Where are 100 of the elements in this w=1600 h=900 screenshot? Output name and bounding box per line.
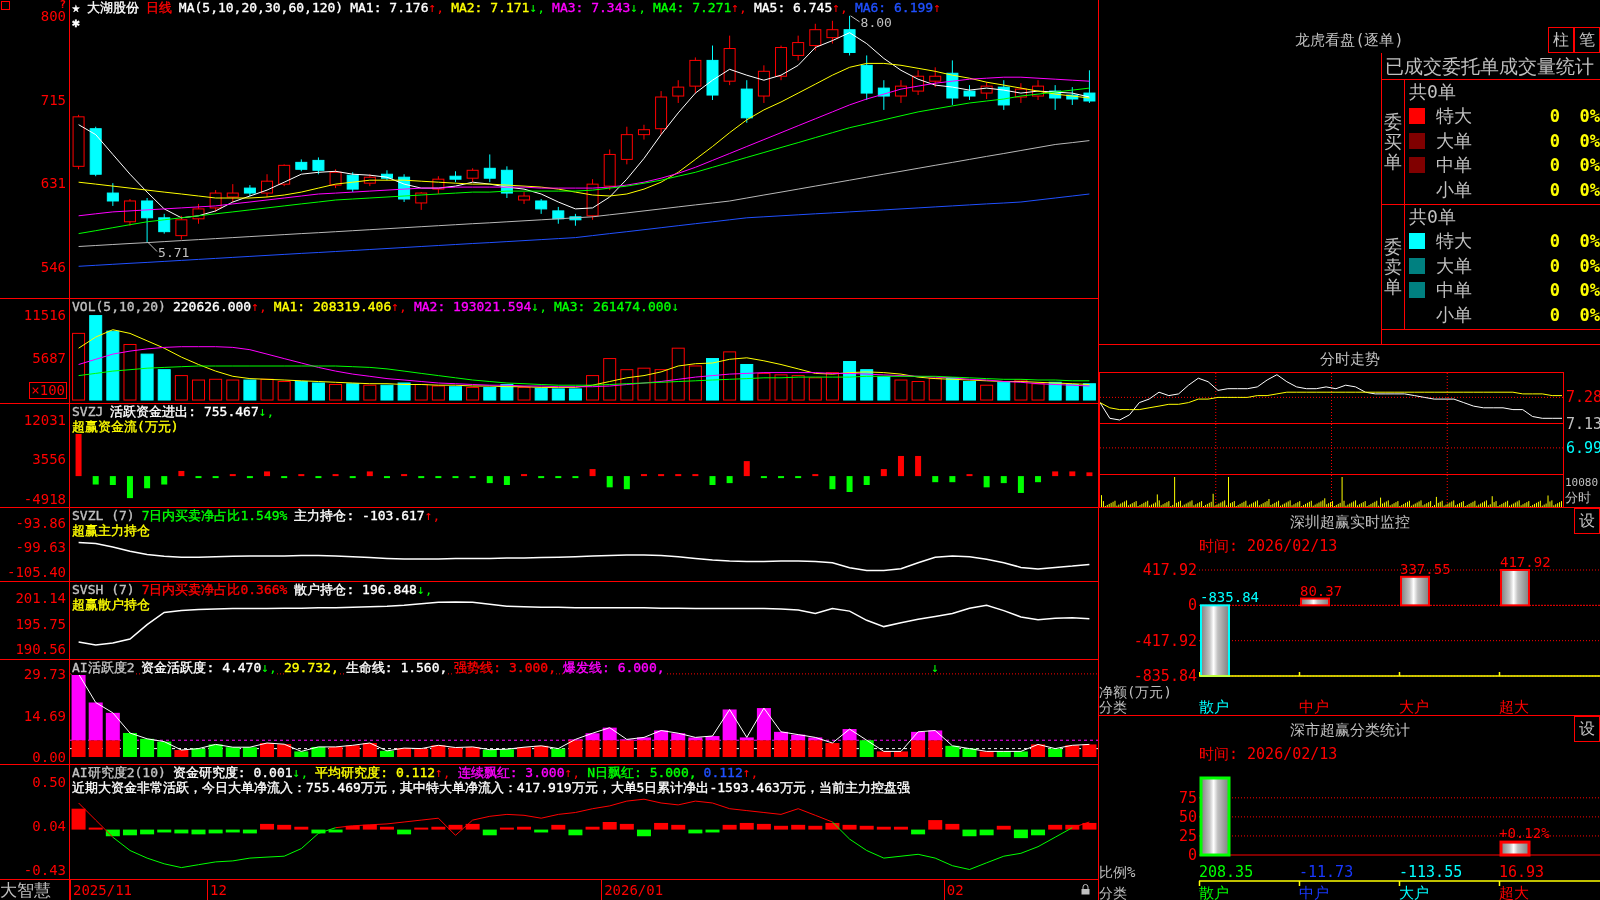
help-mark[interactable]: ? [59,0,66,10]
candlestick [946,59,959,106]
category-label: 大户 [1399,700,1429,715]
order-count: 0 [1549,179,1560,200]
legend-text: 超赢资金流(万元) [72,419,179,434]
annotation: 5.71 [158,244,190,260]
axis-tick-label: 0.04 [32,819,66,833]
candlestick [997,79,1010,111]
price-annotation: 5.71 [147,242,190,260]
order-share: 0% [1579,231,1600,252]
axis-tick-label: 50 [1178,809,1197,824]
legend-text: VOL(5,10,20) [72,299,166,314]
order-size-label: 特大 [1436,106,1473,127]
candlestick [141,197,154,244]
axis-tick-label: 631 [40,176,66,190]
candlestick [106,182,119,207]
axis-caption: 分时 [1565,490,1592,506]
legend-text: SVZL (7) [72,508,135,523]
candlestick [809,23,822,51]
legend-text: MA1: 208319.406 [273,299,392,314]
legend-text: 主力持仓: -103.617 [294,508,425,523]
category-label: 中户 [1299,700,1329,715]
order-share: 0% [1579,304,1600,325]
candlestick [929,66,942,88]
order-share: 0% [1579,280,1600,301]
order-count: 0 [1549,130,1560,151]
order-size-label: 中单 [1436,155,1473,176]
legend-text: 日线 [145,0,172,15]
axis-title: 比例% [1099,864,1137,880]
date-label: 时间: 2026/02/13 [1199,537,1338,555]
order-count: 0 [1549,155,1560,176]
candlestick [963,84,976,101]
view-toggle-button[interactable]: 笔 [1574,27,1600,53]
candlestick [209,189,222,213]
table-title: 已成交委托单成交量统计 [1385,55,1594,77]
legend-text: MA(5,10,20,30,60,120) [178,0,344,15]
legend-text: 平均研究度: 0.112 [315,765,436,780]
signal-arrow: ↓ [931,660,940,675]
order-share: 0% [1579,255,1600,276]
candlestick [72,114,85,170]
date-axis-label: 02 [943,880,964,900]
legend-text: 7日内买卖净占比0.366% [141,582,288,597]
axis-tick-label: 715 [40,93,66,107]
bar-value-label: -835.84 [1200,589,1259,606]
candlestick [894,79,907,104]
candlestick [483,153,496,183]
legend-text: 近期大资金非常活跃，今日大单净流入：755.469万元，其中特大单净流入：417.919万元，大单5日累计净出-1593.463万元，当前主力控盘强 [72,780,910,795]
axis-tick-label: -105.40 [7,565,66,579]
ratio-value-label: 208.35 [1199,864,1254,880]
candlestick [637,124,650,141]
order-count: 0 [1549,106,1560,127]
legend-text: 活跃资金进出: 755.467 [110,404,259,419]
order-size-label: 大单 [1436,255,1473,276]
view-toggle-button[interactable]: 柱 [1548,27,1574,53]
order-share: 0% [1579,155,1600,176]
axis-tick-label: -4918 [23,492,66,506]
candlestick [1014,82,1027,104]
ratio-value-label: -113.55 [1399,864,1463,880]
axis-tick-label: 75 [1178,790,1197,805]
lock-icon[interactable] [1081,884,1090,895]
panel-title: 深圳超赢实时监控 [1289,513,1410,531]
order-size-label: 小单 [1436,179,1473,200]
legend-text: 强势线: 3.000, [454,660,556,675]
legend-text: N日飘红: 5.000, [587,765,697,780]
order-count: 0 [1549,280,1560,301]
legend-text: AI研究度2(10) [72,765,166,780]
legend-text: 超赢主力持仓 [72,523,150,538]
legend-text: MA3: 7.343 [552,0,631,15]
ratio-value-label: -11.73 [1299,864,1354,880]
candlestick [826,20,839,45]
axis-tick-label: 11516 [23,308,66,322]
legend-text: MA1: 7.176 [350,0,429,15]
legend-text: 连续飘红: 3.000 [457,765,565,780]
axis-tick-label: 201.14 [15,591,66,605]
axis-tick-label: 190.56 [15,642,66,656]
axis-tick-label: 0.50 [32,775,66,789]
candlestick [158,213,171,235]
candlestick [363,173,376,187]
axis-tick-label: 29.73 [23,667,66,681]
category-label: 超大 [1499,885,1529,900]
order-count: 0 [1549,231,1560,252]
axis-tick-label: 3556 [32,452,66,466]
candlestick [346,171,359,193]
order-size-label: 特大 [1436,231,1473,252]
axis-tick-label: 195.75 [15,617,66,631]
brand-name: 大智慧 [0,880,51,900]
legend-text: 0.112 [703,765,743,780]
candlestick [432,175,445,195]
legend-text: MA2: 193021.594 [413,299,532,314]
candlestick [278,163,291,187]
axis-tick-label: 417.92 [1142,563,1197,577]
axis-tick-label: 0 [1187,598,1197,613]
legend-text: 爆发线: 6.000, [563,660,665,675]
change-annotation: +0.12% [1499,825,1550,842]
candlestick [569,213,582,227]
panel-title: 分时走势 [1319,349,1380,368]
order-size-label: 中单 [1436,280,1473,301]
settings-button[interactable]: 设 [1574,716,1600,742]
settings-button[interactable]: 设 [1574,508,1600,534]
date-axis-label: 2025/11 [70,880,132,900]
